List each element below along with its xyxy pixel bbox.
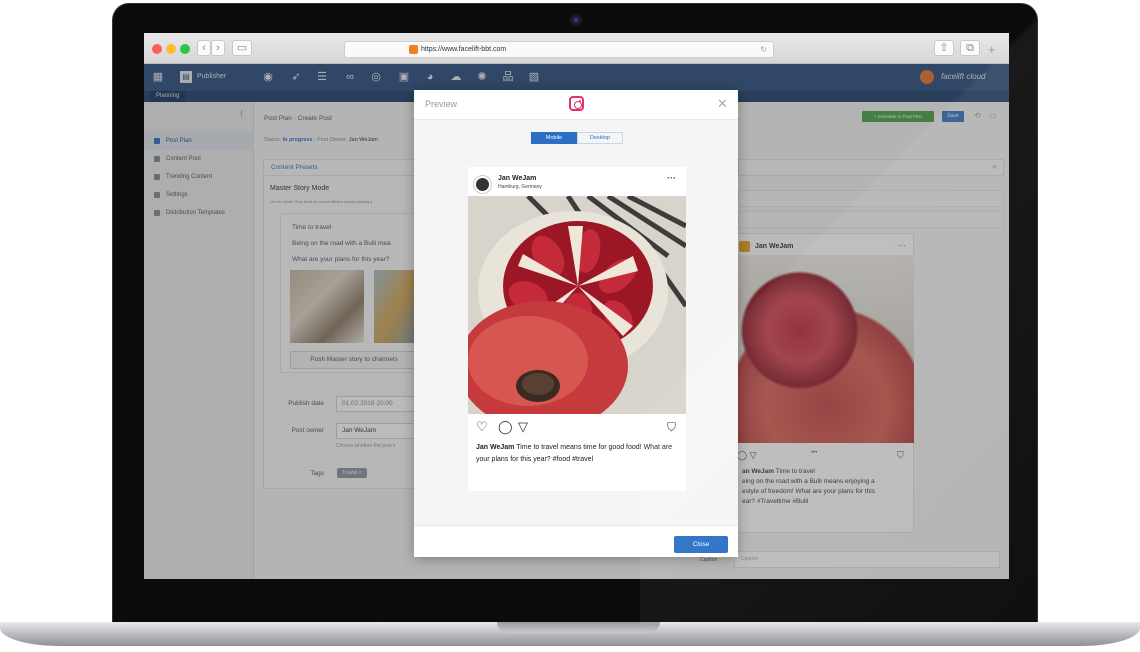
modal-footer: Close [414,525,738,557]
close-window-icon[interactable] [152,44,162,54]
view-toggle: Mobile Desktop [531,132,623,144]
bookmark-icon[interactable]: ⛉ [667,420,676,435]
caption-account-name[interactable]: Jan WeJam [476,444,514,451]
heart-icon[interactable]: ♡ [476,420,488,433]
post-caption: Jan WeJam Time to travel means time for … [476,442,681,466]
instagram-post: Jan WeJam Hamburg, Germany ··· ♡ ◯ ▽ ⛉ J… [468,167,686,491]
comment-icon[interactable]: ◯ [498,420,513,433]
zoom-window-icon[interactable] [180,44,190,54]
forward-icon[interactable]: › [211,40,225,56]
reload-icon[interactable]: ↻ [760,42,767,57]
tab-desktop[interactable]: Desktop [577,132,623,144]
post-image [468,196,686,414]
address-bar[interactable]: https://www.facelift-bbt.com ↻ [344,41,774,58]
url-text: https://www.facelift-bbt.com [421,46,507,53]
share-icon[interactable]: ⇧ [934,40,954,56]
modal-header: Preview ✕ [414,90,738,120]
screen: ‹ › ▭ https://www.facelift-bbt.com ↻ ⇧ ⧉… [144,33,1009,579]
new-tab-icon[interactable]: + [988,42,996,57]
instagram-icon [569,96,584,111]
more-icon[interactable]: ··· [667,173,676,183]
sidebar-toggle-icon[interactable]: ▭ [232,40,252,56]
favicon-icon [409,45,418,54]
post-avatar [474,176,491,193]
modal-title: Preview [425,99,458,109]
post-location: Hamburg, Germany [498,184,542,190]
close-button[interactable]: Close [674,536,728,553]
preview-modal: Preview ✕ Mobile Desktop Jan WeJam Hambu… [414,90,738,557]
minimize-window-icon[interactable] [166,44,176,54]
browser-toolbar: ‹ › ▭ https://www.facelift-bbt.com ↻ ⇧ ⧉… [144,33,1009,64]
camera-icon [571,15,581,25]
tab-mobile[interactable]: Mobile [531,132,577,144]
post-account-name[interactable]: Jan WeJam [498,175,536,182]
close-icon[interactable]: ✕ [717,96,728,112]
send-icon[interactable]: ▽ [518,420,528,433]
back-icon[interactable]: ‹ [197,40,211,56]
laptop-notch [497,622,660,633]
tabs-icon[interactable]: ⧉ [960,40,980,56]
